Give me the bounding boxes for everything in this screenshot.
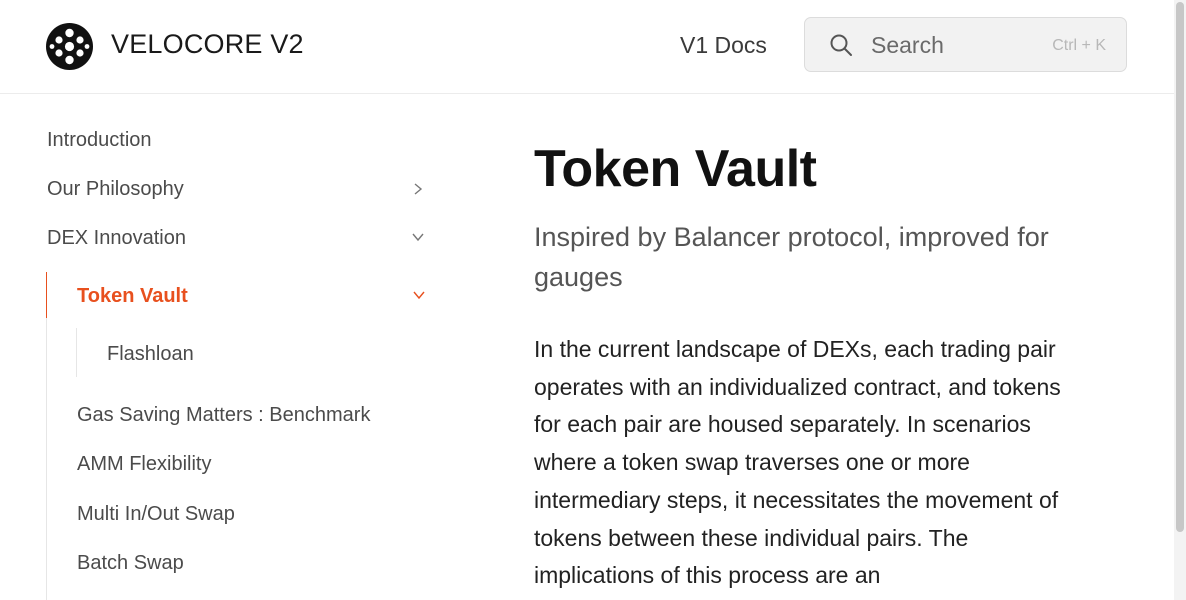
page-subtitle: Inspired by Balancer protocol, improved … <box>534 222 1049 292</box>
sidebar-item-our-philosophy[interactable]: Our Philosophy <box>47 178 184 201</box>
search-shortcut-hint: Ctrl + K <box>1052 37 1106 54</box>
sidebar-item-introduction[interactable]: Introduction <box>47 129 152 152</box>
subsection-guide-line <box>76 328 77 377</box>
velocore-logo-icon[interactable] <box>46 23 93 70</box>
sidebar-item-multi-in-out-swap[interactable]: Multi In/Out Swap <box>77 503 235 526</box>
page-title: Token Vault <box>534 140 817 198</box>
brand-name[interactable]: VELOCORE V2 <box>111 29 304 60</box>
sidebar-item-token-vault[interactable]: Token Vault <box>77 285 188 308</box>
search-placeholder: Search <box>871 32 944 58</box>
section-guide-line <box>46 272 47 600</box>
sidebar-item-flashloan[interactable]: Flashloan <box>107 343 194 366</box>
chevron-down-icon[interactable] <box>412 288 426 302</box>
chevron-down-icon[interactable] <box>411 230 425 244</box>
search-icon <box>830 34 852 56</box>
top-header: VELOCORE V2 V1 Docs Search Ctrl + K <box>0 0 1174 94</box>
chevron-right-icon[interactable] <box>411 182 425 196</box>
v1-docs-link[interactable]: V1 Docs <box>680 32 767 59</box>
sidebar-item-amm-flexibility[interactable]: AMM Flexibility <box>77 453 211 476</box>
search-box[interactable]: Search Ctrl + K <box>804 17 1127 72</box>
body-paragraph: In the current landscape of DEXs, each t… <box>534 336 1061 589</box>
active-indicator <box>46 272 47 318</box>
sidebar-item-batch-swap[interactable]: Batch Swap <box>77 552 184 575</box>
sidebar-item-gas-saving[interactable]: Gas Saving Matters : Benchmark <box>77 404 370 427</box>
sidebar-nav: Introduction Our Philosophy DEX Innovati… <box>0 94 460 600</box>
sidebar-item-dex-innovation[interactable]: DEX Innovation <box>47 227 186 250</box>
scrollbar-thumb[interactable] <box>1176 2 1184 532</box>
page-scrollbar[interactable] <box>1174 0 1186 600</box>
